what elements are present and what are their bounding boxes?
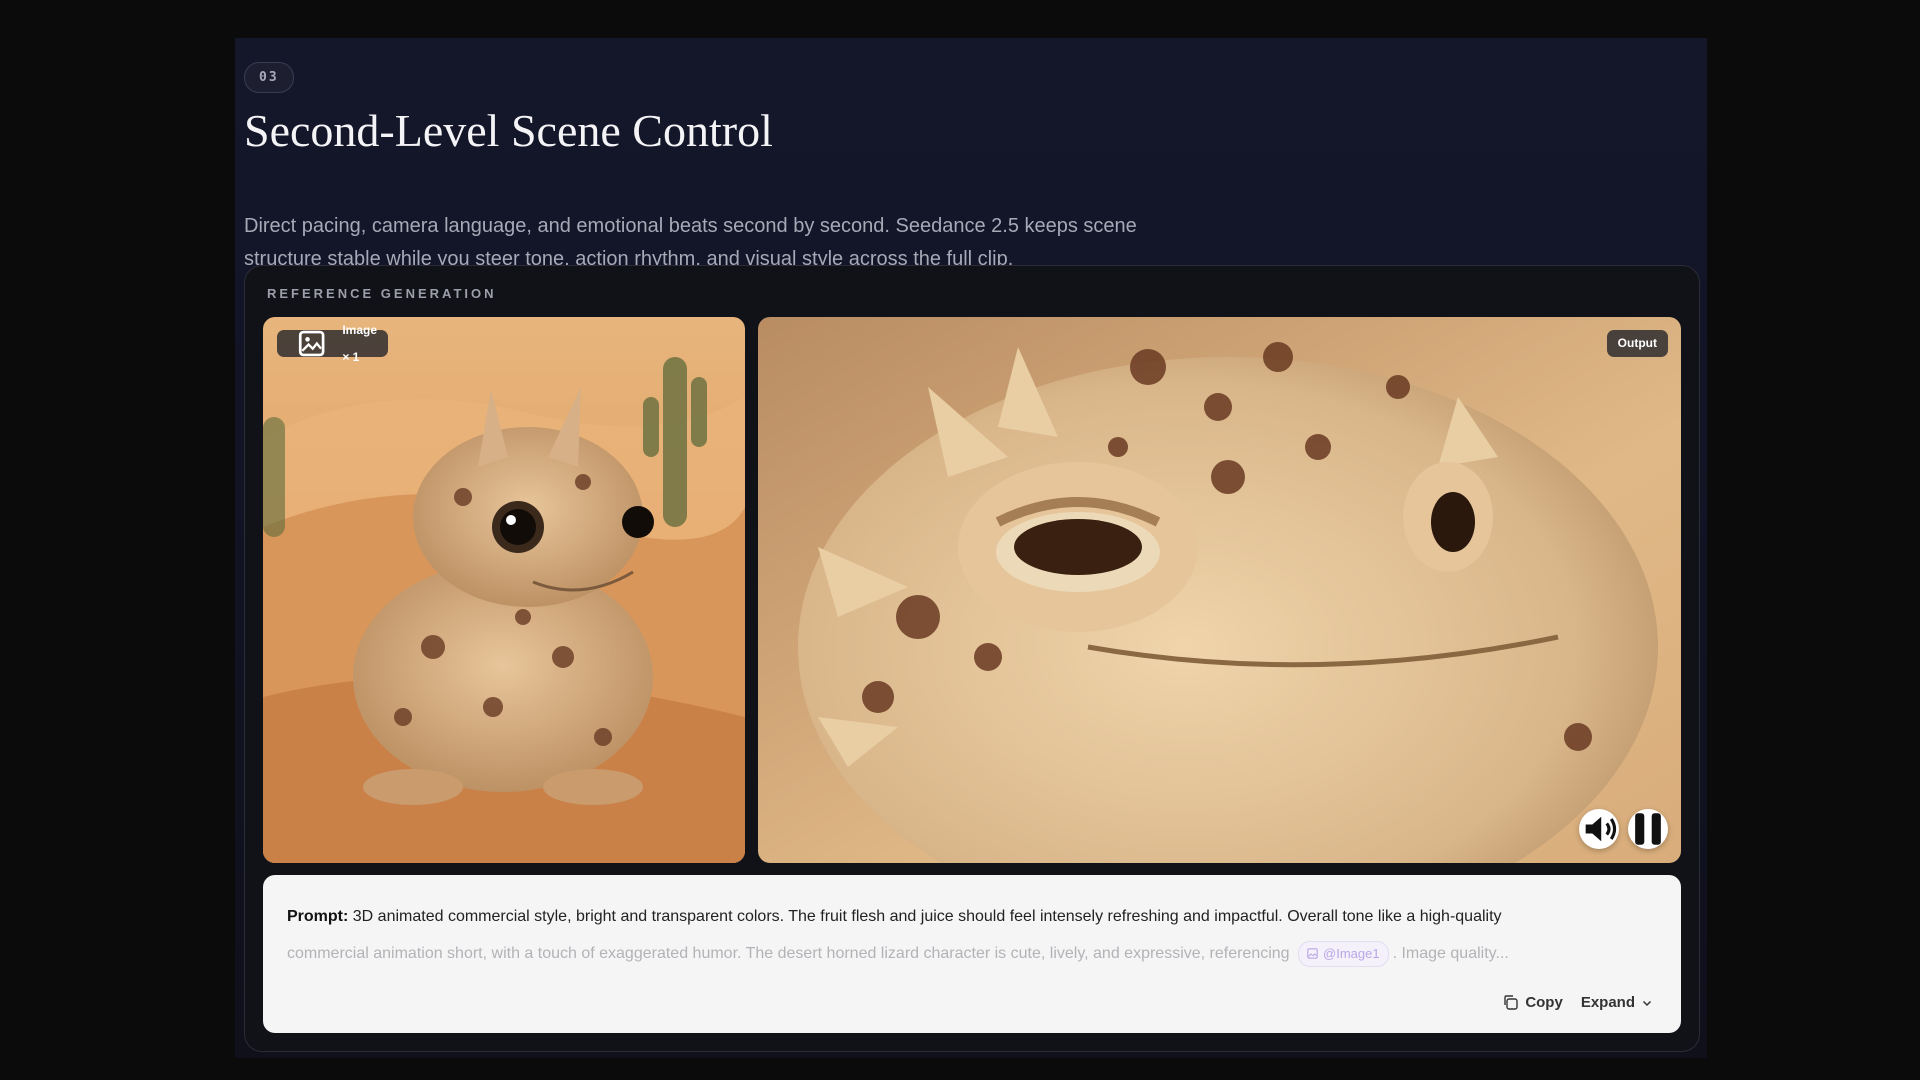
- copy-icon: [1504, 995, 1519, 1010]
- reference-generation-panel: REFERENCE GENERATION Image × 1 Output Pr…: [244, 265, 1700, 1052]
- prompt-text-2: commercial animation short, with a touch…: [287, 945, 1290, 962]
- expand-button[interactable]: Expand: [1581, 994, 1653, 1011]
- copy-label: Copy: [1525, 994, 1563, 1011]
- copy-button[interactable]: Copy: [1502, 994, 1563, 1011]
- image-mention-tag[interactable]: @Image1: [1298, 940, 1389, 967]
- output-chip: Output: [1606, 330, 1668, 357]
- prompt-card: Prompt: 3D animated commercial style, br…: [263, 875, 1681, 1033]
- expand-label: Expand: [1580, 994, 1635, 1011]
- panel-label: REFERENCE GENERATION: [267, 286, 497, 301]
- reference-image-chip-label: Image × 1: [342, 322, 378, 364]
- reference-lizard-picture: [263, 317, 745, 863]
- chevron-down-icon: [1642, 1000, 1652, 1006]
- pause-icon: [1635, 813, 1661, 845]
- prompt-text-2-tail: . Image quality...: [1392, 945, 1509, 962]
- prompt-actions: Copy Expand: [1502, 994, 1653, 1011]
- pause-button[interactable]: [1628, 809, 1668, 849]
- step-badge: 03: [244, 62, 294, 93]
- reference-image-chip: Image × 1: [277, 323, 389, 364]
- prompt-text-1: 3D animated commercial style, bright and…: [352, 908, 1502, 925]
- feature-section: 03 Second-Level Scene Control Direct pac…: [235, 38, 1707, 1058]
- prompt-label: Prompt:: [287, 908, 349, 925]
- prompt-line-2: commercial animation short, with a touch…: [287, 935, 1657, 972]
- output-video[interactable]: Output: [758, 317, 1681, 863]
- output-lizard-frame: [758, 317, 1681, 863]
- output-chip-label: Output: [1617, 336, 1657, 350]
- reference-image[interactable]: Image × 1: [263, 317, 745, 863]
- image-icon: [1307, 948, 1318, 960]
- speaker-icon: [1585, 816, 1617, 842]
- image-mention-label: @Image1: [1323, 946, 1380, 962]
- image-icon: [298, 330, 325, 357]
- sound-button[interactable]: [1579, 809, 1619, 849]
- prompt-line-1: Prompt: 3D animated commercial style, br…: [287, 898, 1657, 935]
- section-title: Second-Level Scene Control: [244, 105, 773, 156]
